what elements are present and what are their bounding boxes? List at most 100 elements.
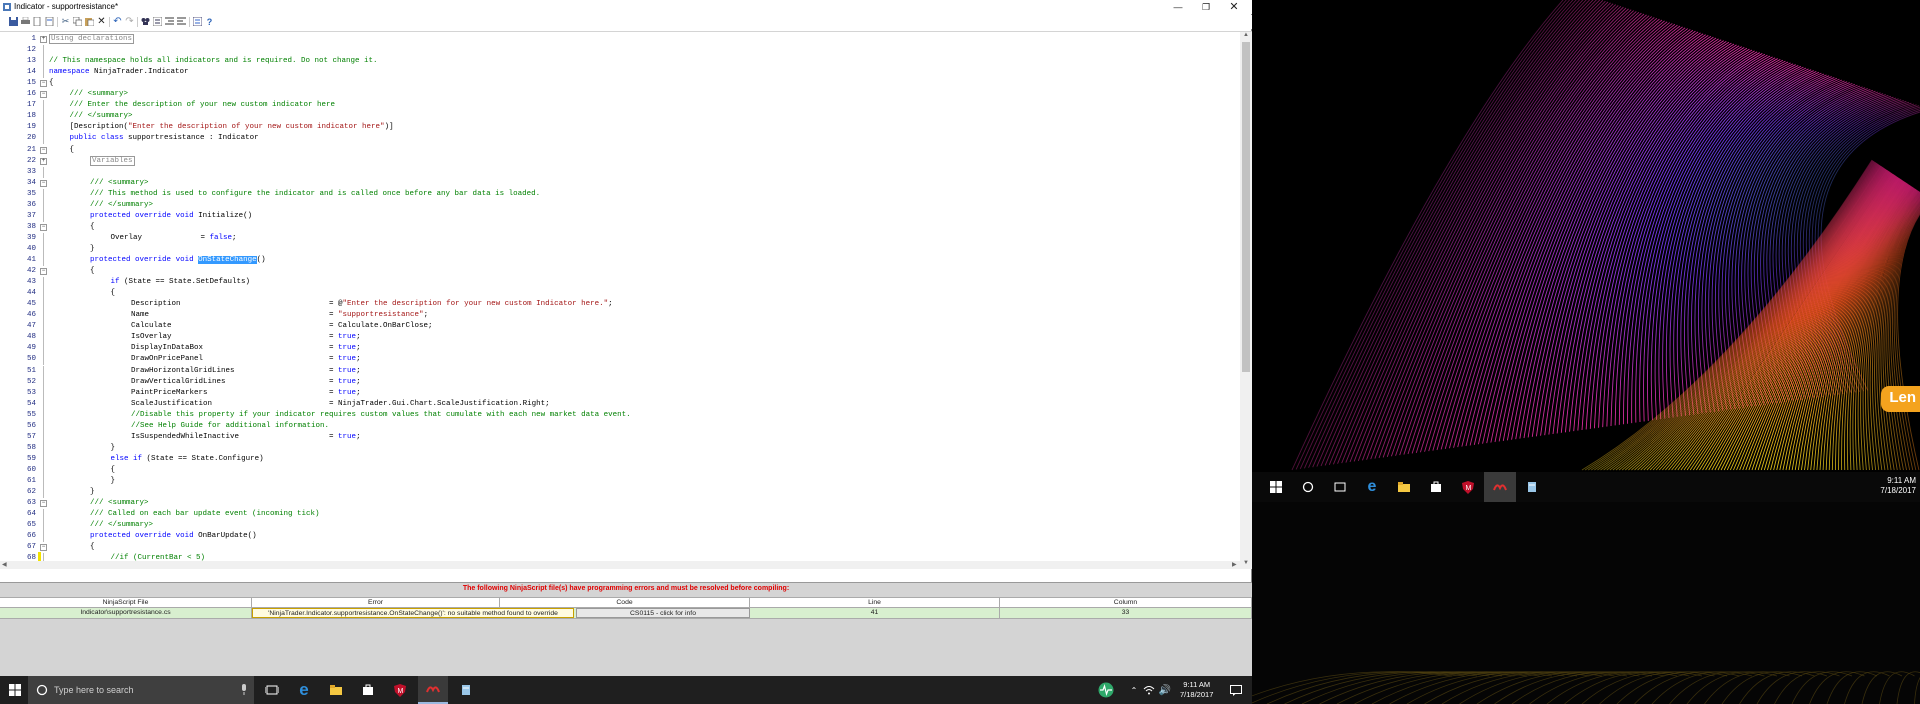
code-line[interactable]: // This namespace holds all indicators a… (49, 56, 378, 67)
code-line[interactable]: //Disable this property if your indicato… (131, 410, 631, 421)
code-line[interactable]: { (90, 542, 95, 553)
notifications-icon[interactable] (1224, 676, 1248, 704)
clock[interactable]: 9:11 AM 7/18/2017 (1180, 680, 1213, 700)
scroll-down-icon[interactable]: ▼ (1243, 560, 1249, 566)
code-line[interactable]: /// </summary> (70, 111, 133, 122)
code-line[interactable]: /// <summary> (90, 178, 149, 189)
notepad-icon[interactable] (452, 676, 480, 704)
task-view-icon[interactable] (258, 676, 286, 704)
notepad-icon[interactable] (1516, 472, 1548, 502)
compile-icon[interactable] (192, 16, 203, 27)
store-icon[interactable] (1420, 472, 1452, 502)
code-line[interactable]: Name = "supportresistance"; (131, 310, 428, 321)
code-line[interactable]: { (70, 145, 75, 156)
code-line[interactable]: Overlay = false; (111, 233, 237, 244)
minimize-button[interactable]: — (1164, 0, 1192, 14)
cut-icon[interactable]: ✂ (60, 16, 71, 27)
paste-icon[interactable] (84, 16, 95, 27)
code-line[interactable]: /// </summary> (90, 200, 153, 211)
code-line[interactable]: namespace NinjaTrader.Indicator (49, 67, 189, 78)
column-header-code[interactable]: Code (500, 598, 750, 608)
close-button[interactable]: ✕ (1220, 0, 1248, 14)
code-line[interactable]: { (111, 288, 116, 299)
code-line[interactable]: IsSuspendedWhileInactive = true; (131, 432, 361, 443)
column-header-line[interactable]: Line (750, 598, 1000, 608)
undo-icon[interactable]: ↶ (112, 16, 123, 27)
windows-start-icon[interactable] (4, 676, 26, 704)
indent-icon[interactable] (164, 16, 175, 27)
show-hidden-icons-icon[interactable]: ⌃ (1128, 676, 1140, 704)
find-replace-icon[interactable] (152, 16, 163, 27)
shield-antivirus-icon[interactable]: M (386, 676, 414, 704)
code-line[interactable]: //if (CurrentBar < 5) (111, 553, 206, 561)
ninjatrader-icon[interactable] (1484, 472, 1516, 502)
code-editor[interactable]: 1 +12 13 14 15−16−17 18 19 20 21−22 +33 34−35 36 37 3… (0, 31, 1252, 569)
code-line[interactable]: } (111, 476, 116, 487)
edge-icon[interactable]: e (1356, 472, 1388, 502)
vertical-scroll-thumb[interactable] (1242, 42, 1250, 372)
code-line[interactable]: /// <summary> (90, 498, 149, 509)
code-line[interactable]: { (90, 266, 95, 277)
code-line[interactable]: public class supportresistance : Indicat… (70, 133, 259, 144)
code-line[interactable]: IsOverlay = true; (131, 332, 361, 343)
error-message-cell[interactable]: 'NinjaTrader.Indicator.supportresistance… (252, 608, 574, 618)
error-line-cell[interactable]: 41 (750, 608, 1000, 618)
volume-icon[interactable]: 🔊 (1158, 676, 1172, 704)
code-line[interactable]: [Description("Enter the description of y… (70, 122, 394, 133)
column-header-column[interactable]: Column (1000, 598, 1252, 608)
outdent-icon[interactable] (176, 16, 187, 27)
print-icon[interactable] (20, 16, 31, 27)
code-line[interactable]: Variables (90, 155, 135, 167)
code-line[interactable]: { (49, 78, 54, 89)
error-file-cell[interactable]: Indicator\supportresistance.cs (0, 608, 252, 618)
code-line[interactable]: /// </summary> (90, 520, 153, 531)
horizontal-scrollbar[interactable]: ◀ ▶ (0, 561, 1240, 569)
code-line[interactable]: { (90, 222, 95, 233)
copy-icon[interactable] (72, 16, 83, 27)
redo-icon[interactable]: ↷ (124, 16, 135, 27)
code-line[interactable]: if (State == State.SetDefaults) (111, 277, 251, 288)
column-header-error[interactable]: Error (252, 598, 500, 608)
code-line[interactable]: /// Called on each bar update event (inc… (90, 509, 320, 520)
cortana-icon[interactable] (1292, 472, 1324, 502)
help-icon[interactable]: ? (204, 16, 215, 27)
error-column-cell[interactable]: 33 (1000, 608, 1252, 618)
code-line[interactable]: Using declarations (49, 34, 135, 45)
scroll-left-icon[interactable]: ◀ (2, 561, 7, 568)
page-setup-icon[interactable] (44, 16, 55, 27)
code-line[interactable]: /// This method is used to configure the… (90, 189, 540, 200)
code-area[interactable]: Using declarations // This namespace hold… (38, 32, 1238, 561)
store-icon[interactable] (354, 676, 382, 704)
code-line[interactable]: } (111, 443, 116, 454)
code-line[interactable]: else if (State == State.Configure) (111, 454, 264, 465)
vertical-scrollbar[interactable]: ▲ ▼ (1240, 32, 1252, 569)
shield-antivirus-icon[interactable]: M (1452, 472, 1484, 502)
windows-start-icon[interactable] (1260, 472, 1292, 502)
secondary-clock[interactable]: 9:11 AM 7/18/2017 (1880, 476, 1916, 496)
title-bar[interactable]: Indicator - supportresistance* — ❐ ✕ (0, 0, 1252, 14)
code-line[interactable]: protected override void OnStateChange() (90, 255, 266, 266)
file-explorer-icon[interactable] (322, 676, 350, 704)
save-icon[interactable] (8, 16, 19, 27)
error-code-link[interactable]: CS0115 - click for info (576, 608, 750, 618)
code-line[interactable]: { (111, 465, 116, 476)
code-line[interactable]: //See Help Guide for additional informat… (131, 421, 329, 432)
restore-button[interactable]: ❐ (1192, 0, 1220, 14)
wifi-icon[interactable] (1142, 676, 1156, 704)
code-line[interactable]: /// <summary> (70, 89, 129, 100)
code-line[interactable]: Calculate = Calculate.OnBarClose; (131, 321, 433, 332)
ninjatrader-icon[interactable] (418, 676, 448, 704)
file-explorer-icon[interactable] (1388, 472, 1420, 502)
code-line[interactable]: DrawVerticalGridLines = true; (131, 377, 361, 388)
find-icon[interactable] (140, 16, 151, 27)
delete-icon[interactable]: ✕ (96, 16, 107, 27)
code-line[interactable]: protected override void OnBarUpdate() (90, 531, 257, 542)
code-line[interactable]: protected override void Initialize() (90, 211, 252, 222)
search-box[interactable]: Type here to search (28, 676, 254, 704)
code-line[interactable]: } (90, 244, 95, 255)
edge-icon[interactable]: e (290, 676, 318, 704)
print-preview-icon[interactable] (32, 16, 43, 27)
scroll-right-icon[interactable]: ▶ (1232, 561, 1237, 568)
code-line[interactable]: ScaleJustification = NinjaTrader.Gui.Cha… (131, 399, 550, 410)
table-row[interactable]: Indicator\supportresistance.cs 'NinjaTra… (0, 608, 1252, 619)
